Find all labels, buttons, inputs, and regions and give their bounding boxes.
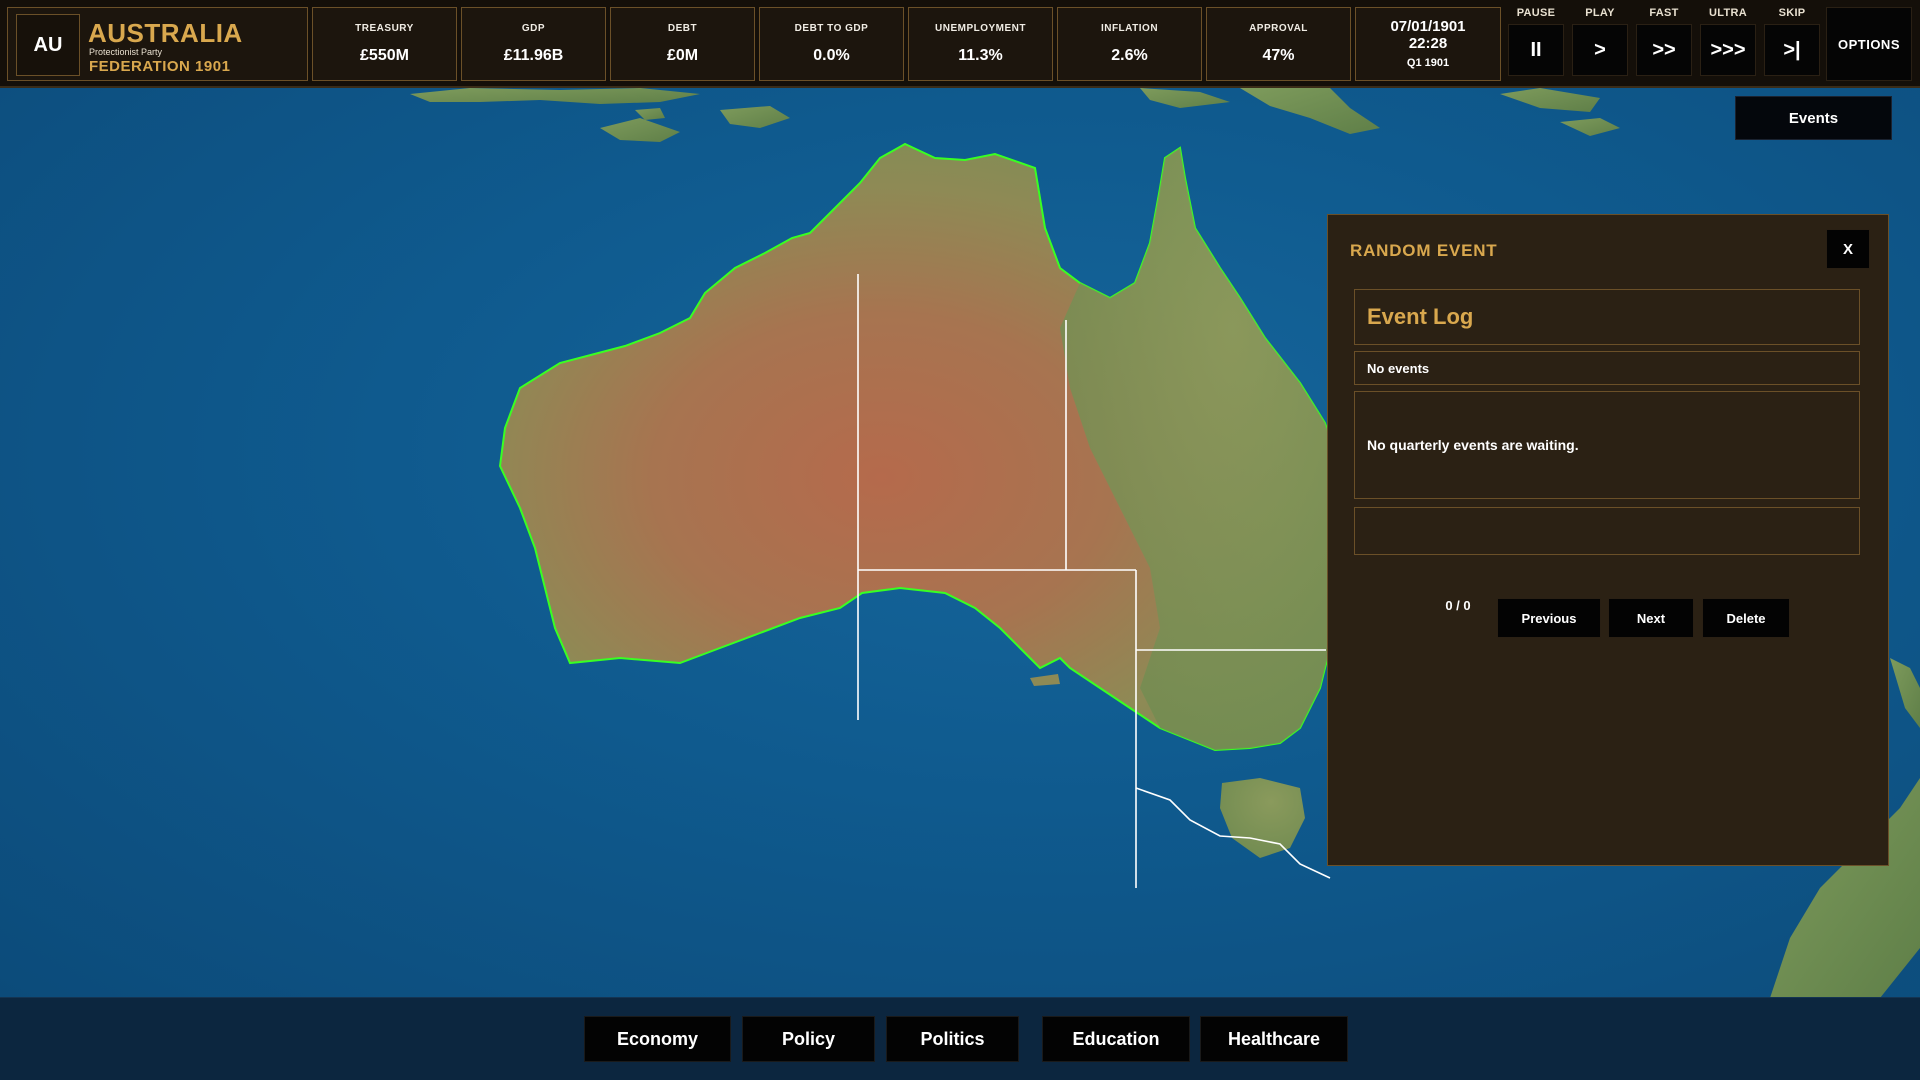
fast-label: FAST: [1649, 7, 1679, 19]
play-label: PLAY: [1585, 7, 1615, 19]
current-date: 07/01/1901: [1390, 18, 1466, 35]
stat-treasury: TREASURY £550M: [312, 7, 457, 81]
stat-value: 11.3%: [958, 47, 1003, 64]
close-button[interactable]: X: [1826, 229, 1870, 269]
stat-value: £0M: [666, 47, 699, 64]
event-status-text: No events: [1367, 361, 1430, 376]
event-options-box: [1354, 507, 1860, 555]
previous-button[interactable]: Previous: [1497, 598, 1601, 638]
current-quarter: Q1 1901: [1406, 57, 1450, 69]
new-caledonia: [1890, 658, 1920, 728]
country-name: AUSTRALIA: [88, 18, 243, 48]
stat-debt-to-gdp: DEBT TO GDP 0.0%: [759, 7, 904, 81]
party-name: Protectionist Party: [89, 47, 163, 57]
next-button[interactable]: Next: [1608, 598, 1694, 638]
event-pager: 0 / 0: [1445, 598, 1471, 613]
stat-label: INFLATION: [1100, 23, 1159, 34]
island-png: [1240, 88, 1380, 134]
events-button[interactable]: Events: [1735, 96, 1892, 140]
current-time: 22:28: [1408, 35, 1448, 52]
island-small-2: [720, 106, 790, 128]
nav-politics-button[interactable]: Politics: [886, 1016, 1019, 1062]
country-info-panel: AU AUSTRALIA Protectionist Party FEDERAT…: [7, 7, 308, 81]
stat-label: TREASURY: [355, 23, 414, 34]
stat-label: DEBT: [667, 23, 698, 34]
island-timor: [410, 88, 700, 104]
stat-debt: DEBT £0M: [610, 7, 755, 81]
skip-label: SKIP: [1778, 7, 1806, 19]
event-status-box: No events: [1354, 351, 1860, 385]
stat-label: APPROVAL: [1249, 23, 1308, 34]
event-body-text: No quarterly events are waiting.: [1367, 437, 1579, 453]
pause-button[interactable]: II: [1508, 24, 1564, 76]
stat-inflation: INFLATION 2.6%: [1057, 7, 1202, 81]
stat-value: 2.6%: [1111, 47, 1148, 64]
nav-policy-button[interactable]: Policy: [742, 1016, 875, 1062]
date-time-panel: 07/01/1901 22:28 Q1 1901: [1355, 7, 1501, 81]
island-png-2: [1500, 88, 1600, 112]
stat-label: UNEMPLOYMENT: [935, 23, 1026, 34]
tasmania: [1220, 778, 1305, 858]
stat-label: DEBT TO GDP: [794, 23, 869, 34]
stat-value: 0.0%: [813, 47, 850, 64]
scenario-subtitle: FEDERATION 1901: [89, 58, 231, 75]
ultra-label: ULTRA: [1709, 7, 1747, 19]
island-png-3: [1560, 118, 1620, 136]
stat-value: £11.96B: [503, 47, 564, 64]
stat-label: GDP: [521, 23, 546, 34]
ultra-button[interactable]: >>>: [1700, 24, 1756, 76]
stat-approval: APPROVAL 47%: [1206, 7, 1351, 81]
skip-button[interactable]: >|: [1764, 24, 1820, 76]
country-code-badge: AU: [16, 14, 80, 76]
panel-title: RANDOM EVENT: [1350, 241, 1498, 260]
stat-unemployment: UNEMPLOYMENT 11.3%: [908, 7, 1053, 81]
nav-economy-button[interactable]: Economy: [584, 1016, 731, 1062]
stat-value: 47%: [1262, 47, 1295, 64]
stat-gdp: GDP £11.96B: [461, 7, 606, 81]
bottom-nav-bar: Economy Policy Politics Education Health…: [0, 997, 1920, 1080]
nav-education-button[interactable]: Education: [1042, 1016, 1190, 1062]
event-body-box: No quarterly events are waiting.: [1354, 391, 1860, 499]
random-event-panel: RANDOM EVENT X Event Log No events No qu…: [1327, 214, 1889, 866]
pause-label: PAUSE: [1516, 7, 1556, 19]
top-status-bar: AU AUSTRALIA Protectionist Party FEDERAT…: [0, 0, 1920, 88]
island-small-1: [600, 118, 680, 142]
event-log-title: Event Log: [1367, 304, 1474, 329]
event-log-header: Event Log: [1354, 289, 1860, 345]
stat-value: £550M: [360, 47, 409, 64]
nav-healthcare-button[interactable]: Healthcare: [1200, 1016, 1348, 1062]
island-new-guinea: [1140, 88, 1230, 108]
delete-button[interactable]: Delete: [1702, 598, 1790, 638]
options-button[interactable]: OPTIONS: [1826, 7, 1912, 81]
play-button[interactable]: >: [1572, 24, 1628, 76]
kangaroo-island: [1030, 674, 1060, 686]
fast-button[interactable]: >>: [1636, 24, 1692, 76]
